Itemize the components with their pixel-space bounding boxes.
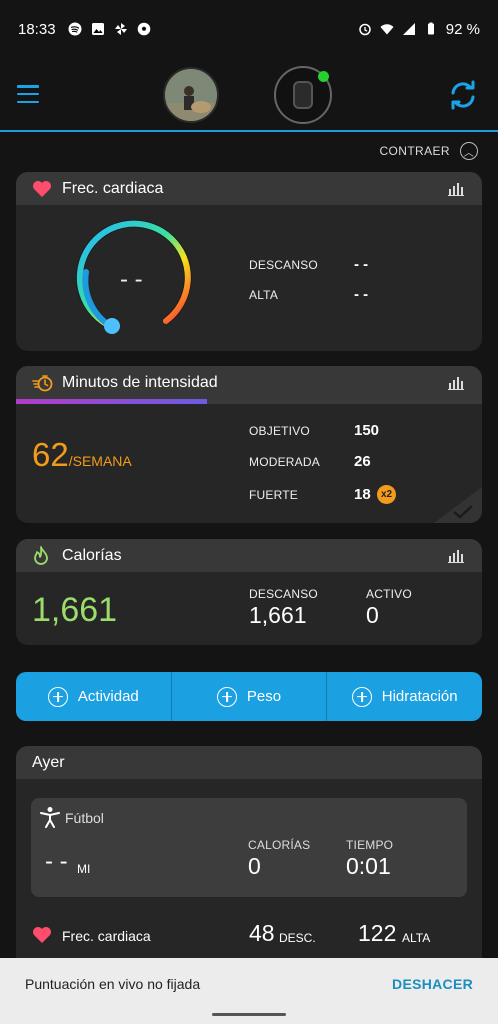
yesterday-title: Ayer — [32, 753, 65, 771]
collapse-label: CONTRAER — [379, 144, 450, 158]
add-hydration-label: Hidratación — [381, 688, 458, 705]
intensity-total: 62/SEMANA — [32, 436, 132, 474]
calories-rest-value: 1,661 — [249, 602, 307, 628]
avatar-photo — [165, 69, 217, 121]
vigorous-label: FUERTE — [249, 488, 298, 502]
quick-add-bar: Actividad Peso Hidratación — [16, 672, 482, 721]
add-weight-button[interactable]: Peso — [172, 672, 328, 721]
moderate-value: 26 — [354, 453, 371, 470]
calories-card[interactable]: Calorías 1,661 DESCANSO 1,661 ACTIVO 0 — [16, 539, 482, 645]
activity-time-value: 0:01 — [346, 853, 391, 879]
heart-rate-header: Frec. cardiaca — [16, 172, 482, 205]
activity-name: Fútbol — [65, 810, 104, 826]
hr-high-value: - - — [354, 286, 369, 303]
watch-icon — [293, 81, 313, 109]
calories-active-value: 0 — [366, 602, 379, 628]
intensity-progress-fill — [16, 399, 208, 404]
activity-calories-label: CALORÍAS — [248, 838, 311, 852]
calories-title: Calorías — [62, 546, 122, 564]
app-header — [0, 58, 498, 132]
device-watch-button[interactable] — [274, 66, 332, 124]
hr-rest-label: DESCANSO — [249, 258, 318, 272]
hr-rest-value: - - — [354, 256, 369, 273]
collapse-button[interactable]: CONTRAER ︿ — [379, 142, 478, 160]
snackbar-message: Puntuación en vivo no fijada — [25, 976, 201, 992]
bar-chart-icon[interactable] — [448, 376, 464, 390]
goal-value: 150 — [354, 422, 380, 439]
gesture-home-bar[interactable] — [212, 1013, 286, 1016]
goal-label: OBJETIVO — [249, 424, 310, 438]
plus-icon — [351, 686, 372, 707]
activity-summary[interactable]: Fútbol - - MI CALORÍAS 0 TIEMPO 0:01 — [31, 798, 467, 897]
yesterday-card: Ayer Fútbol - - MI CALORÍAS 0 TIEMPO 0:0… — [16, 746, 482, 958]
activity-distance-unit: MI — [77, 862, 91, 876]
status-time: 18:33 — [18, 20, 56, 38]
heart-rate-current: - - — [120, 266, 143, 293]
pinwheel-icon — [114, 23, 127, 35]
soccer-ball-icon — [137, 22, 150, 36]
yesterday-hr-rest-unit: DESC. — [279, 931, 316, 945]
battery-percent: 92 % — [445, 20, 480, 38]
yesterday-hr-label: Frec. cardiaca — [62, 928, 151, 944]
connection-status-dot — [318, 71, 329, 82]
avatar[interactable] — [163, 67, 219, 123]
add-activity-label: Actividad — [77, 688, 139, 705]
stopwatch-icon — [32, 374, 54, 392]
plus-icon — [216, 686, 237, 707]
signal-icon — [402, 23, 415, 35]
spotify-icon — [68, 22, 82, 36]
add-hydration-button[interactable]: Hidratación — [327, 672, 482, 721]
sync-icon[interactable] — [448, 80, 478, 110]
system-icons: 92 % — [358, 21, 480, 38]
add-activity-button[interactable]: Actividad — [16, 672, 172, 721]
plus-icon — [47, 686, 68, 707]
undo-button[interactable]: DESHACER — [392, 976, 473, 992]
bar-chart-icon[interactable] — [448, 182, 464, 196]
intensity-header: Minutos de intensidad — [16, 366, 482, 399]
menu-icon[interactable] — [17, 85, 39, 103]
vigorous-value: 18 — [354, 486, 371, 503]
calories-active-label: ACTIVO — [366, 587, 412, 601]
notification-icons — [68, 22, 151, 36]
flame-icon — [32, 545, 54, 566]
add-weight-label: Peso — [246, 688, 282, 705]
activity-distance: - - — [45, 848, 68, 875]
heart-rate-card[interactable]: Frec. cardiaca - - DESCANSO - - ALTA - - — [16, 172, 482, 351]
activity-time-label: TIEMPO — [346, 838, 394, 852]
yesterday-hr-rest: 48 — [249, 920, 275, 946]
yesterday-hr-high: 122 — [358, 920, 397, 946]
hr-high-label: ALTA — [249, 288, 279, 302]
heart-icon — [32, 180, 54, 198]
intensity-minutes-card[interactable]: Minutos de intensidad 62/SEMANA OBJETIVO… — [16, 366, 482, 523]
moderate-label: MODERADA — [249, 455, 320, 469]
chevron-up-icon: ︿ — [460, 142, 478, 160]
heart-icon — [33, 927, 51, 943]
person-activity-icon — [40, 807, 60, 828]
wifi-icon — [380, 24, 394, 35]
multiplier-badge: x2 — [377, 485, 396, 504]
intensity-value: 62 — [32, 436, 69, 473]
bar-chart-icon[interactable] — [448, 549, 464, 563]
calories-rest-label: DESCANSO — [249, 587, 318, 601]
heart-rate-title: Frec. cardiaca — [62, 179, 164, 197]
image-icon — [91, 23, 104, 35]
alarm-icon — [359, 23, 371, 36]
calories-header: Calorías — [16, 539, 482, 572]
yesterday-header: Ayer — [16, 746, 482, 779]
intensity-progress-track — [16, 399, 482, 404]
calories-total: 1,661 — [32, 591, 118, 629]
battery-icon — [427, 22, 434, 35]
goal-check-icon — [434, 487, 482, 523]
activity-calories-value: 0 — [248, 853, 261, 879]
intensity-unit: /SEMANA — [68, 453, 132, 469]
intensity-title: Minutos de intensidad — [62, 373, 218, 391]
yesterday-hr-high-unit: ALTA — [402, 931, 431, 945]
status-bar: 18:33 92 % — [0, 0, 498, 58]
